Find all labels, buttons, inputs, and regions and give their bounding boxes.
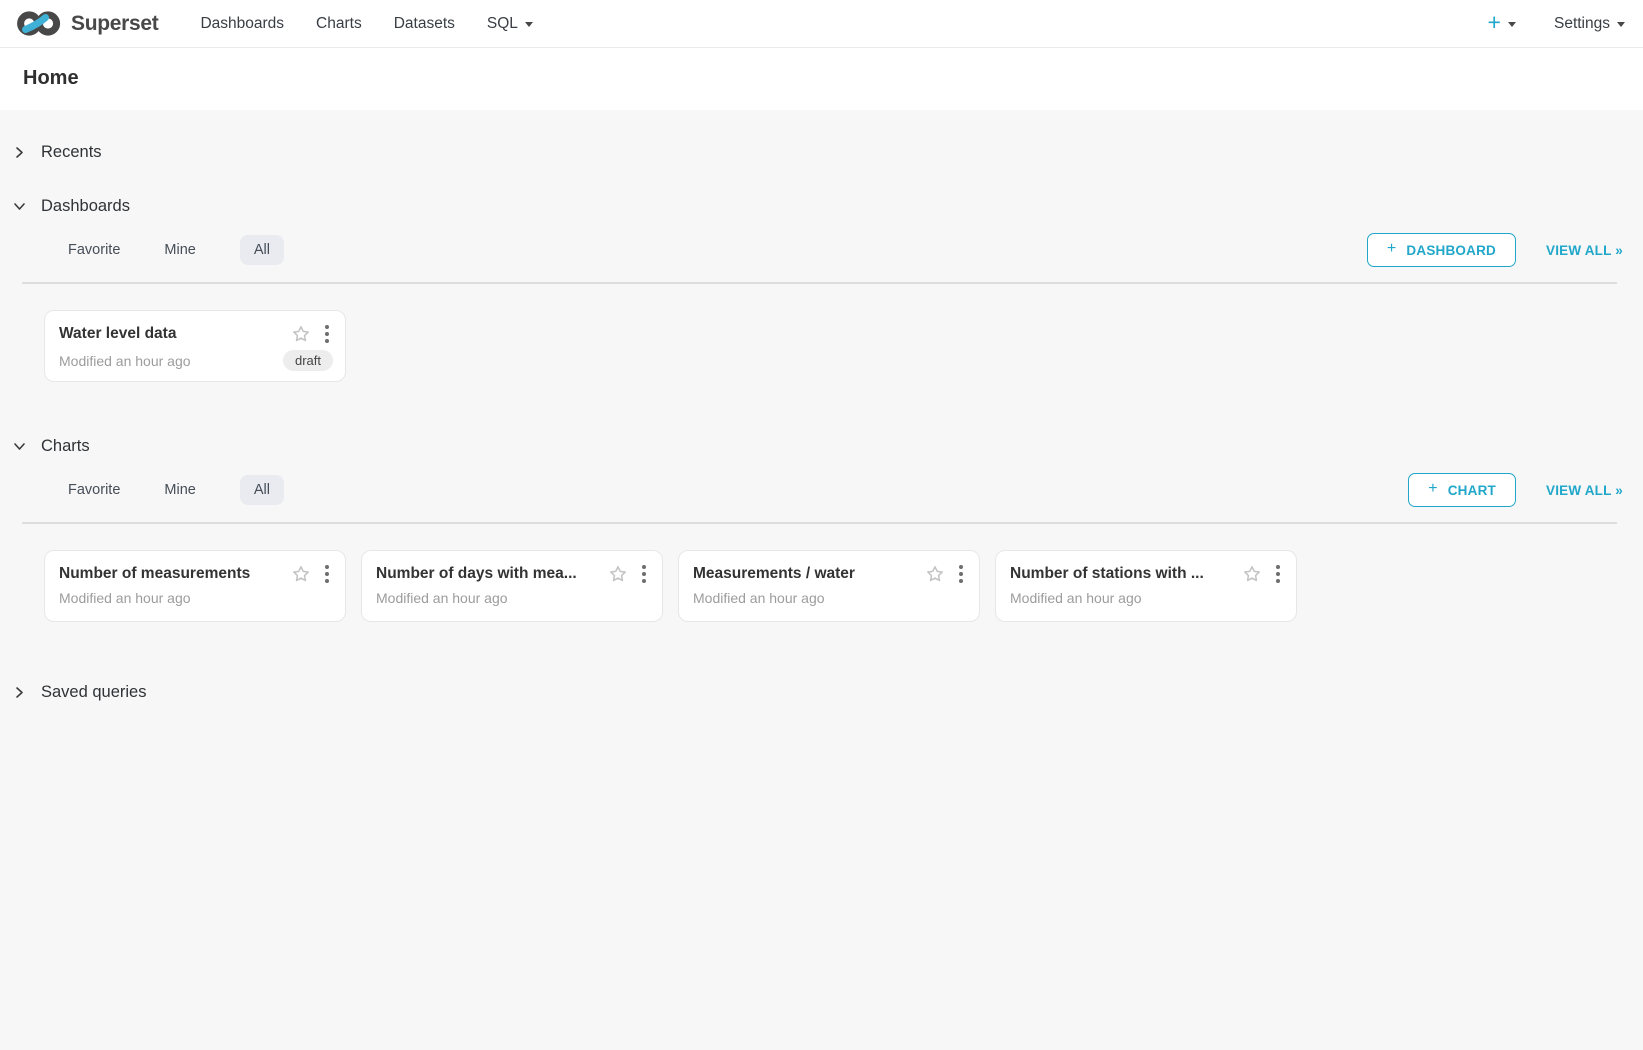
nav-item-label: Datasets — [394, 15, 455, 33]
nav-item-sql[interactable]: SQL — [471, 0, 549, 48]
page-title: Home — [23, 67, 1643, 90]
divider — [22, 282, 1617, 284]
card-title: Number of stations with ... — [1010, 565, 1235, 583]
new-dashboard-label: DASHBOARD — [1406, 243, 1496, 258]
new-chart-label: CHART — [1448, 483, 1496, 498]
tab-all[interactable]: All — [240, 235, 284, 265]
divider — [22, 522, 1617, 524]
favorite-star-icon[interactable] — [607, 563, 629, 585]
dashboards-cards-row: Water level data Modified an hour ago dr… — [0, 310, 1643, 382]
card-footer: Modified an hour ago — [1010, 590, 1284, 606]
main-nav: Dashboards Charts Datasets SQL — [184, 0, 548, 48]
settings-label: Settings — [1554, 15, 1610, 33]
tab-mine[interactable]: Mine — [164, 475, 195, 505]
section-saved-queries-toggle[interactable]: Saved queries — [0, 676, 1643, 708]
charts-cards-row: Number of measurements Modified an hour … — [0, 550, 1643, 622]
favorite-star-icon[interactable] — [290, 563, 312, 585]
home-content: Recents Dashboards Favorite Mine All + D… — [0, 110, 1643, 708]
section-recents-toggle[interactable]: Recents — [0, 136, 1643, 168]
plus-icon: + — [1428, 481, 1438, 497]
superset-infinity-icon — [16, 10, 62, 37]
kebab-menu-icon[interactable] — [321, 563, 333, 585]
charts-tabs: Favorite Mine All — [68, 475, 284, 505]
card-modified: Modified an hour ago — [693, 590, 825, 606]
caret-down-icon — [1617, 22, 1625, 27]
brand-name: Superset — [71, 12, 158, 36]
card-footer: Modified an hour ago draft — [59, 350, 333, 371]
card-footer: Modified an hour ago — [376, 590, 650, 606]
tab-favorite[interactable]: Favorite — [68, 235, 120, 265]
plus-icon: + — [1387, 241, 1397, 257]
chevron-right-icon — [12, 685, 27, 700]
settings-menu[interactable]: Settings — [1554, 15, 1625, 33]
section-dashboards-toggle[interactable]: Dashboards — [0, 190, 1643, 222]
chart-card[interactable]: Number of days with mea... Modified an h… — [361, 550, 663, 622]
card-header: Measurements / water — [693, 563, 967, 585]
section-title-charts: Charts — [41, 437, 90, 456]
dashboards-actions: + DASHBOARD VIEW ALL » — [1367, 233, 1623, 267]
card-modified: Modified an hour ago — [1010, 590, 1142, 606]
top-navbar: Superset Dashboards Charts Datasets SQL … — [0, 0, 1643, 48]
card-footer: Modified an hour ago — [59, 590, 333, 606]
nav-item-datasets[interactable]: Datasets — [378, 0, 471, 48]
charts-actions: + CHART VIEW ALL » — [1408, 473, 1623, 507]
charts-controls: Favorite Mine All + CHART VIEW ALL » — [0, 474, 1643, 506]
nav-item-label: Charts — [316, 15, 362, 33]
caret-down-icon — [525, 22, 533, 27]
section-title-dashboards: Dashboards — [41, 197, 130, 216]
card-title: Water level data — [59, 325, 284, 343]
caret-down-icon — [1508, 22, 1516, 27]
chevron-down-icon — [12, 439, 27, 454]
status-badge: draft — [283, 350, 333, 371]
card-modified: Modified an hour ago — [59, 353, 191, 369]
dashboards-controls: Favorite Mine All + DASHBOARD VIEW ALL » — [0, 234, 1643, 266]
kebab-menu-icon[interactable] — [321, 323, 333, 345]
section-title-saved-queries: Saved queries — [41, 683, 147, 702]
card-header: Number of stations with ... — [1010, 563, 1284, 585]
nav-item-charts[interactable]: Charts — [300, 0, 378, 48]
card-header: Number of days with mea... — [376, 563, 650, 585]
section-title-recents: Recents — [41, 143, 102, 162]
tab-all[interactable]: All — [240, 475, 284, 505]
title-band: Home — [0, 48, 1643, 110]
plus-icon: + — [1488, 11, 1501, 34]
kebab-menu-icon[interactable] — [638, 563, 650, 585]
dashboards-tabs: Favorite Mine All — [68, 235, 284, 265]
superset-logo[interactable]: Superset — [16, 10, 158, 37]
card-title: Number of measurements — [59, 565, 284, 583]
favorite-star-icon[interactable] — [1241, 563, 1263, 585]
card-title: Measurements / water — [693, 565, 918, 583]
nav-item-label: SQL — [487, 15, 518, 33]
new-item-menu[interactable]: + — [1488, 12, 1516, 35]
card-modified: Modified an hour ago — [59, 590, 191, 606]
card-title: Number of days with mea... — [376, 565, 601, 583]
kebab-menu-icon[interactable] — [955, 563, 967, 585]
section-charts-toggle[interactable]: Charts — [0, 430, 1643, 462]
chevron-right-icon — [12, 145, 27, 160]
chart-card[interactable]: Measurements / water Modified an hour ag… — [678, 550, 980, 622]
chart-card[interactable]: Number of measurements Modified an hour … — [44, 550, 346, 622]
favorite-star-icon[interactable] — [290, 323, 312, 345]
nav-item-dashboards[interactable]: Dashboards — [184, 0, 300, 48]
card-footer: Modified an hour ago — [693, 590, 967, 606]
card-header: Number of measurements — [59, 563, 333, 585]
new-dashboard-button[interactable]: + DASHBOARD — [1367, 233, 1516, 267]
tab-favorite[interactable]: Favorite — [68, 475, 120, 505]
dashboard-card-water-level-data[interactable]: Water level data Modified an hour ago dr… — [44, 310, 346, 382]
chart-card[interactable]: Number of stations with ... Modified an … — [995, 550, 1297, 622]
dashboards-view-all-link[interactable]: VIEW ALL » — [1546, 243, 1623, 258]
tab-mine[interactable]: Mine — [164, 235, 195, 265]
chevron-down-icon — [12, 199, 27, 214]
favorite-star-icon[interactable] — [924, 563, 946, 585]
card-header: Water level data — [59, 323, 333, 345]
new-chart-button[interactable]: + CHART — [1408, 473, 1516, 507]
card-modified: Modified an hour ago — [376, 590, 508, 606]
charts-view-all-link[interactable]: VIEW ALL » — [1546, 483, 1623, 498]
kebab-menu-icon[interactable] — [1272, 563, 1284, 585]
nav-item-label: Dashboards — [200, 15, 284, 33]
